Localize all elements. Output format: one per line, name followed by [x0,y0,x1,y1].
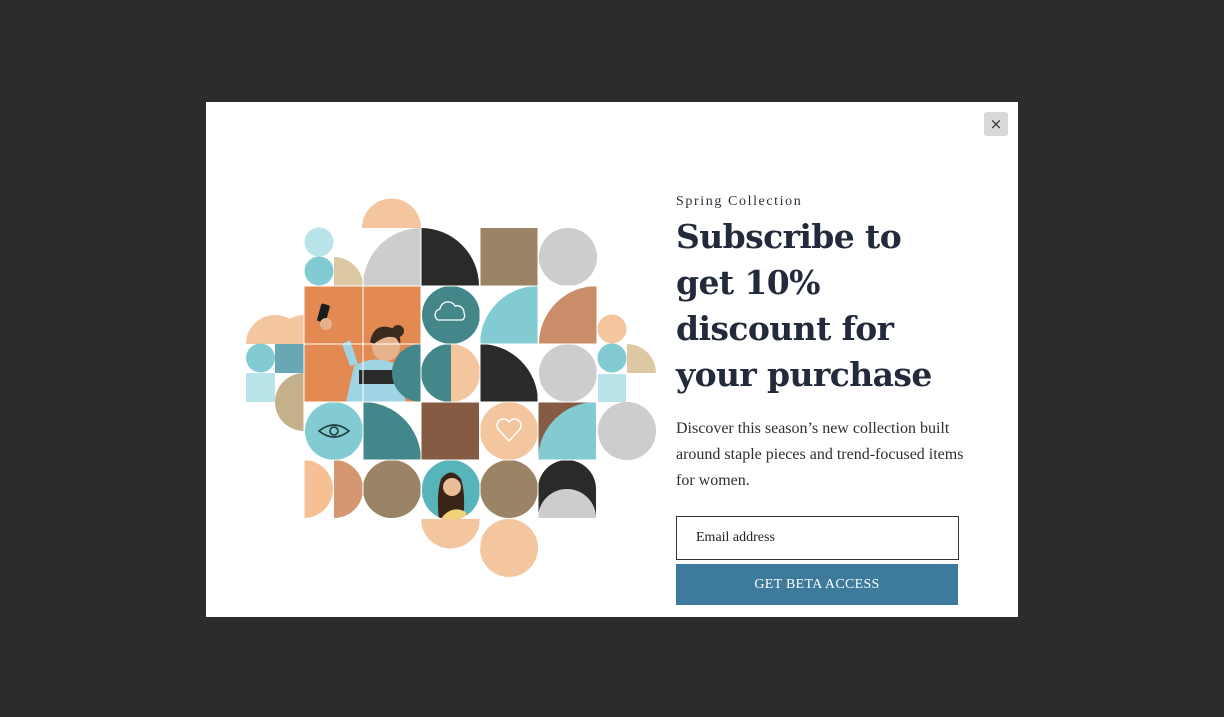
modal-description: Discover this season’s new collection bu… [676,420,964,489]
collection-eyebrow: Spring Collection [676,194,803,209]
close-button[interactable]: × [984,112,1008,136]
subscribe-content: Spring Collection Subscribe to get 10% d… [676,194,966,605]
collection-artwork [246,198,656,577]
close-icon: × [989,114,1003,133]
woman-portrait-photo [422,462,480,520]
get-beta-access-button[interactable]: GET BETA ACCESS [676,564,958,605]
subscribe-modal: × Spring Collection Subscribe to get 10%… [206,102,1018,617]
modal-title: Subscribe to get 10% discount for your p… [676,217,932,394]
email-field[interactable] [676,516,959,560]
